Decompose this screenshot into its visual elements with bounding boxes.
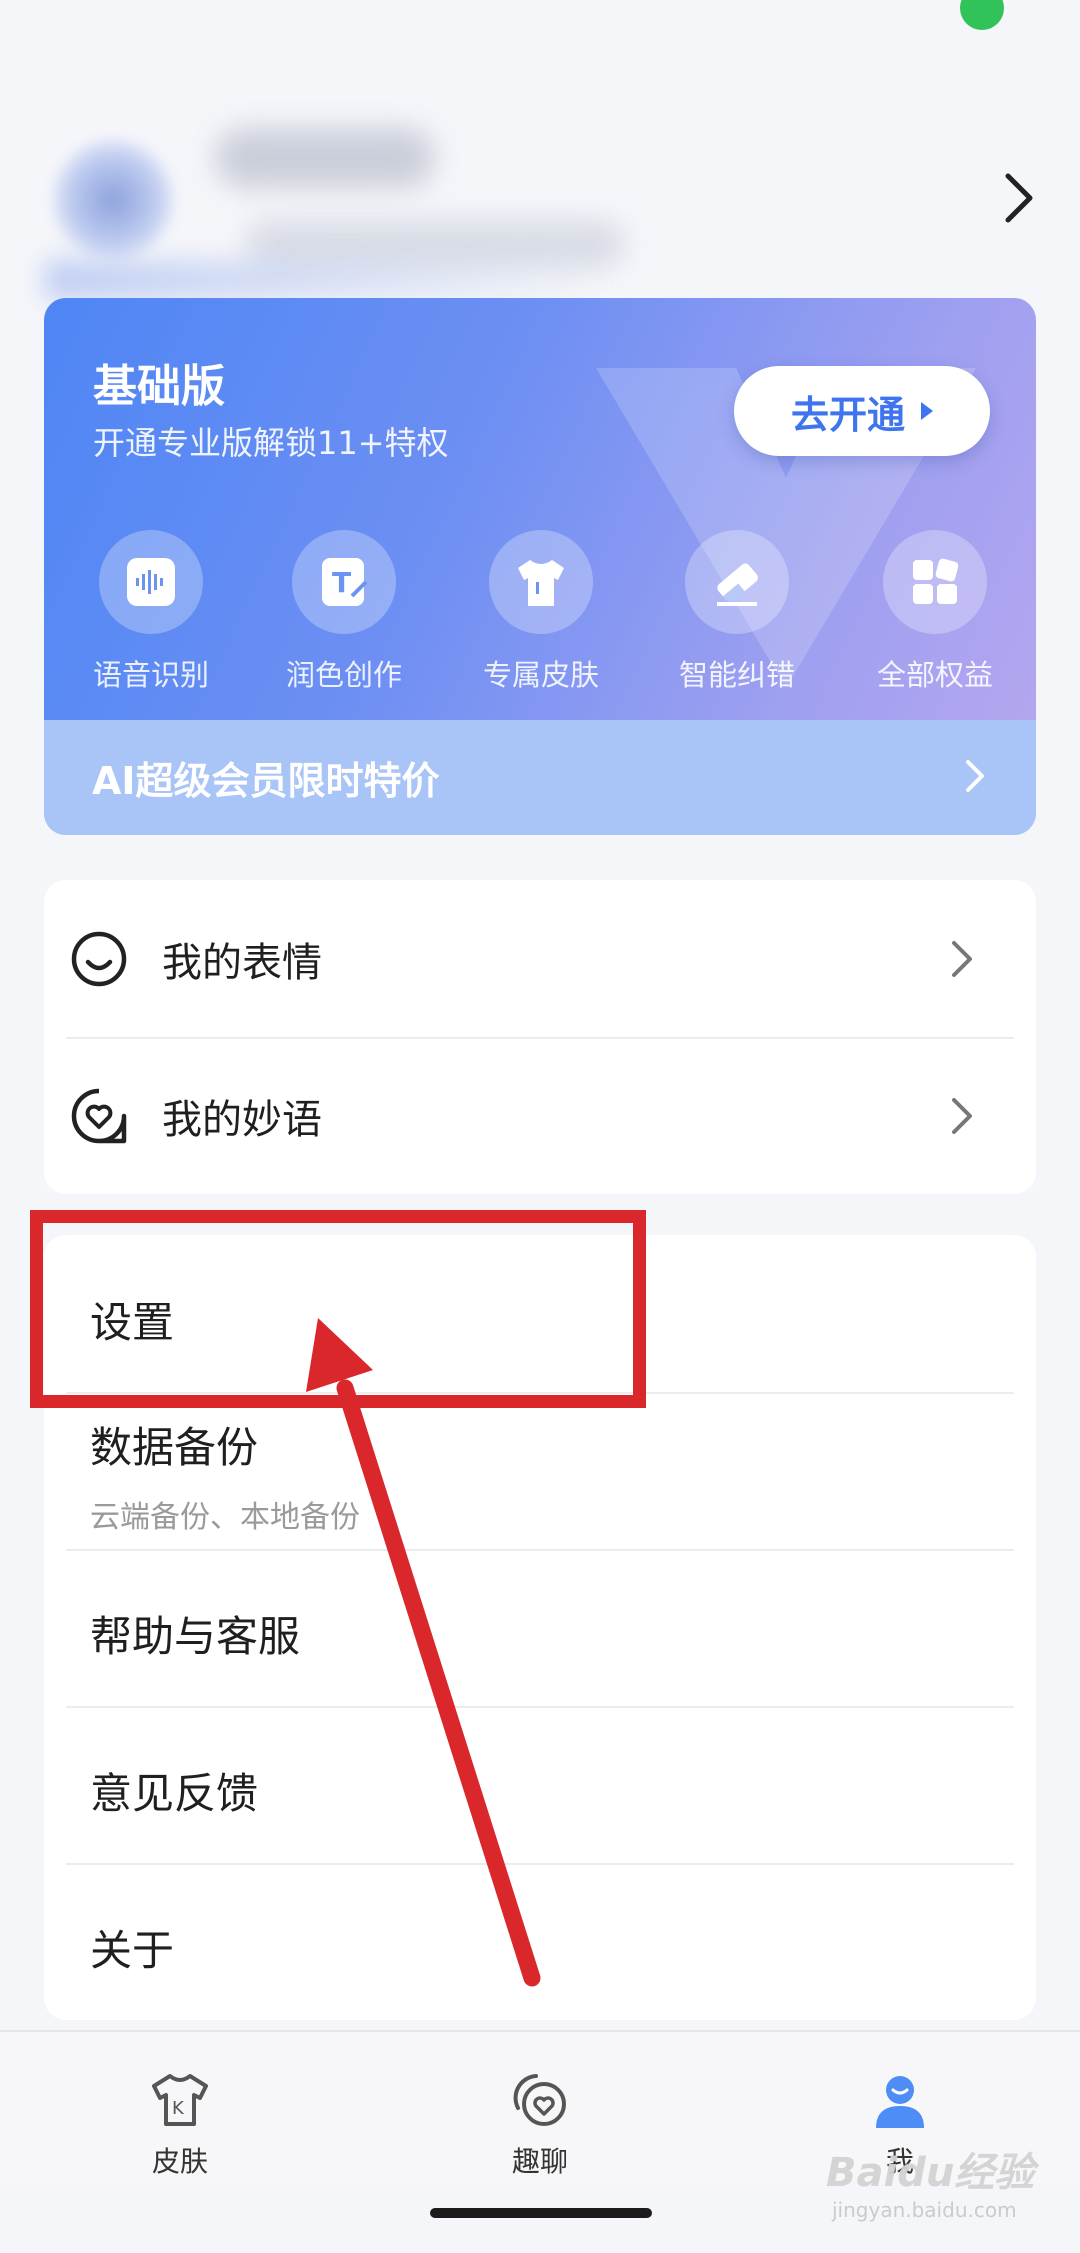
vip-subtitle: 开通专业版解锁11+特权: [93, 424, 449, 462]
text-edit-icon: T: [292, 530, 396, 634]
svg-text:T: T: [332, 566, 351, 599]
annotation-highlight-box: [30, 1210, 646, 1408]
menu-item-feedback[interactable]: 意见反馈: [44, 1706, 1036, 1863]
menu-item-label: 关于: [90, 1926, 175, 1975]
open-pro-button-label: 去开通: [790, 392, 905, 437]
vip-promo-banner[interactable]: AI超级会员限时特价: [44, 720, 1036, 835]
chevron-right-icon: [966, 760, 984, 792]
profile-header[interactable]: [45, 110, 1045, 310]
smile-icon: [71, 931, 127, 986]
perk-label: 专属皮肤: [482, 658, 599, 692]
perk-list: 语音识别 T 润色创作 专属皮肤 智能纠错 全部权益: [44, 530, 1036, 692]
tab-label: 趣聊: [511, 2145, 568, 2178]
menu-item-label: 帮助与客服: [90, 1612, 301, 1661]
tab-skin[interactable]: K 皮肤: [110, 2068, 250, 2180]
perk-all[interactable]: 全部权益: [855, 530, 1015, 694]
chevron-right-icon[interactable]: [1000, 168, 1040, 228]
person-icon: [876, 2076, 924, 2128]
open-pro-button[interactable]: 去开通: [734, 366, 990, 456]
perk-skin[interactable]: 专属皮肤: [461, 530, 621, 694]
tshirt-icon: [489, 530, 593, 634]
menu-item-about[interactable]: 关于: [44, 1863, 1036, 2020]
menu-item-my-stickers[interactable]: 我的表情: [44, 880, 1036, 1037]
tab-chat[interactable]: 趣聊: [470, 2068, 610, 2180]
skin-tshirt-icon: K: [152, 2074, 208, 2126]
baidu-watermark: Baidu经验: [826, 2150, 1035, 2196]
menu-item-label: 我的妙语: [162, 1096, 322, 1143]
grid-icon: [883, 530, 987, 634]
perk-label: 润色创作: [285, 658, 402, 692]
chat-heart-icon: [513, 2074, 566, 2126]
perk-voice[interactable]: 语音识别: [71, 530, 231, 694]
play-arrow-icon: [921, 402, 933, 420]
menu-item-label: 意见反馈: [90, 1769, 259, 1818]
user-name-blurred: [215, 128, 435, 188]
favorites-card: 我的表情 我的妙语: [44, 880, 1036, 1194]
vip-title: 基础版: [93, 361, 225, 412]
perk-polish[interactable]: T 润色创作: [264, 530, 424, 694]
profile-decoration: [45, 260, 605, 300]
menu-item-sublabel: 云端备份、本地备份: [90, 1500, 360, 1535]
tab-label: 皮肤: [151, 2145, 208, 2178]
menu-item-help[interactable]: 帮助与客服: [44, 1549, 1036, 1706]
perk-correct[interactable]: 智能纠错: [657, 530, 817, 694]
home-indicator[interactable]: [430, 2208, 652, 2218]
perk-label: 智能纠错: [678, 658, 795, 692]
eraser-icon: [685, 530, 789, 634]
vip-promo-text: AI超级会员限时特价: [92, 759, 440, 803]
menu-item-label: 数据备份: [90, 1423, 259, 1472]
svg-text:K: K: [172, 2098, 185, 2119]
menu-item-data-backup[interactable]: 数据备份 云端备份、本地备份: [44, 1392, 1036, 1549]
menu-item-label: 我的表情: [162, 939, 322, 986]
status-indicator: [960, 0, 1004, 30]
baidu-watermark-url: jingyan.baidu.com: [832, 2198, 1017, 2222]
perk-label: 语音识别: [92, 658, 209, 692]
menu-item-my-phrases[interactable]: 我的妙语: [44, 1037, 1036, 1194]
chevron-right-icon: [952, 940, 972, 977]
perk-label: 全部权益: [876, 658, 993, 692]
vip-card[interactable]: 基础版 开通专业版解锁11+特权 去开通 语音识别 T 润色创作 专属皮肤 智能…: [44, 298, 1036, 835]
chevron-right-icon: [952, 1097, 972, 1134]
avatar[interactable]: [53, 140, 173, 260]
voice-wave-icon: [99, 530, 203, 634]
heart-bubble-icon: [71, 1088, 127, 1143]
